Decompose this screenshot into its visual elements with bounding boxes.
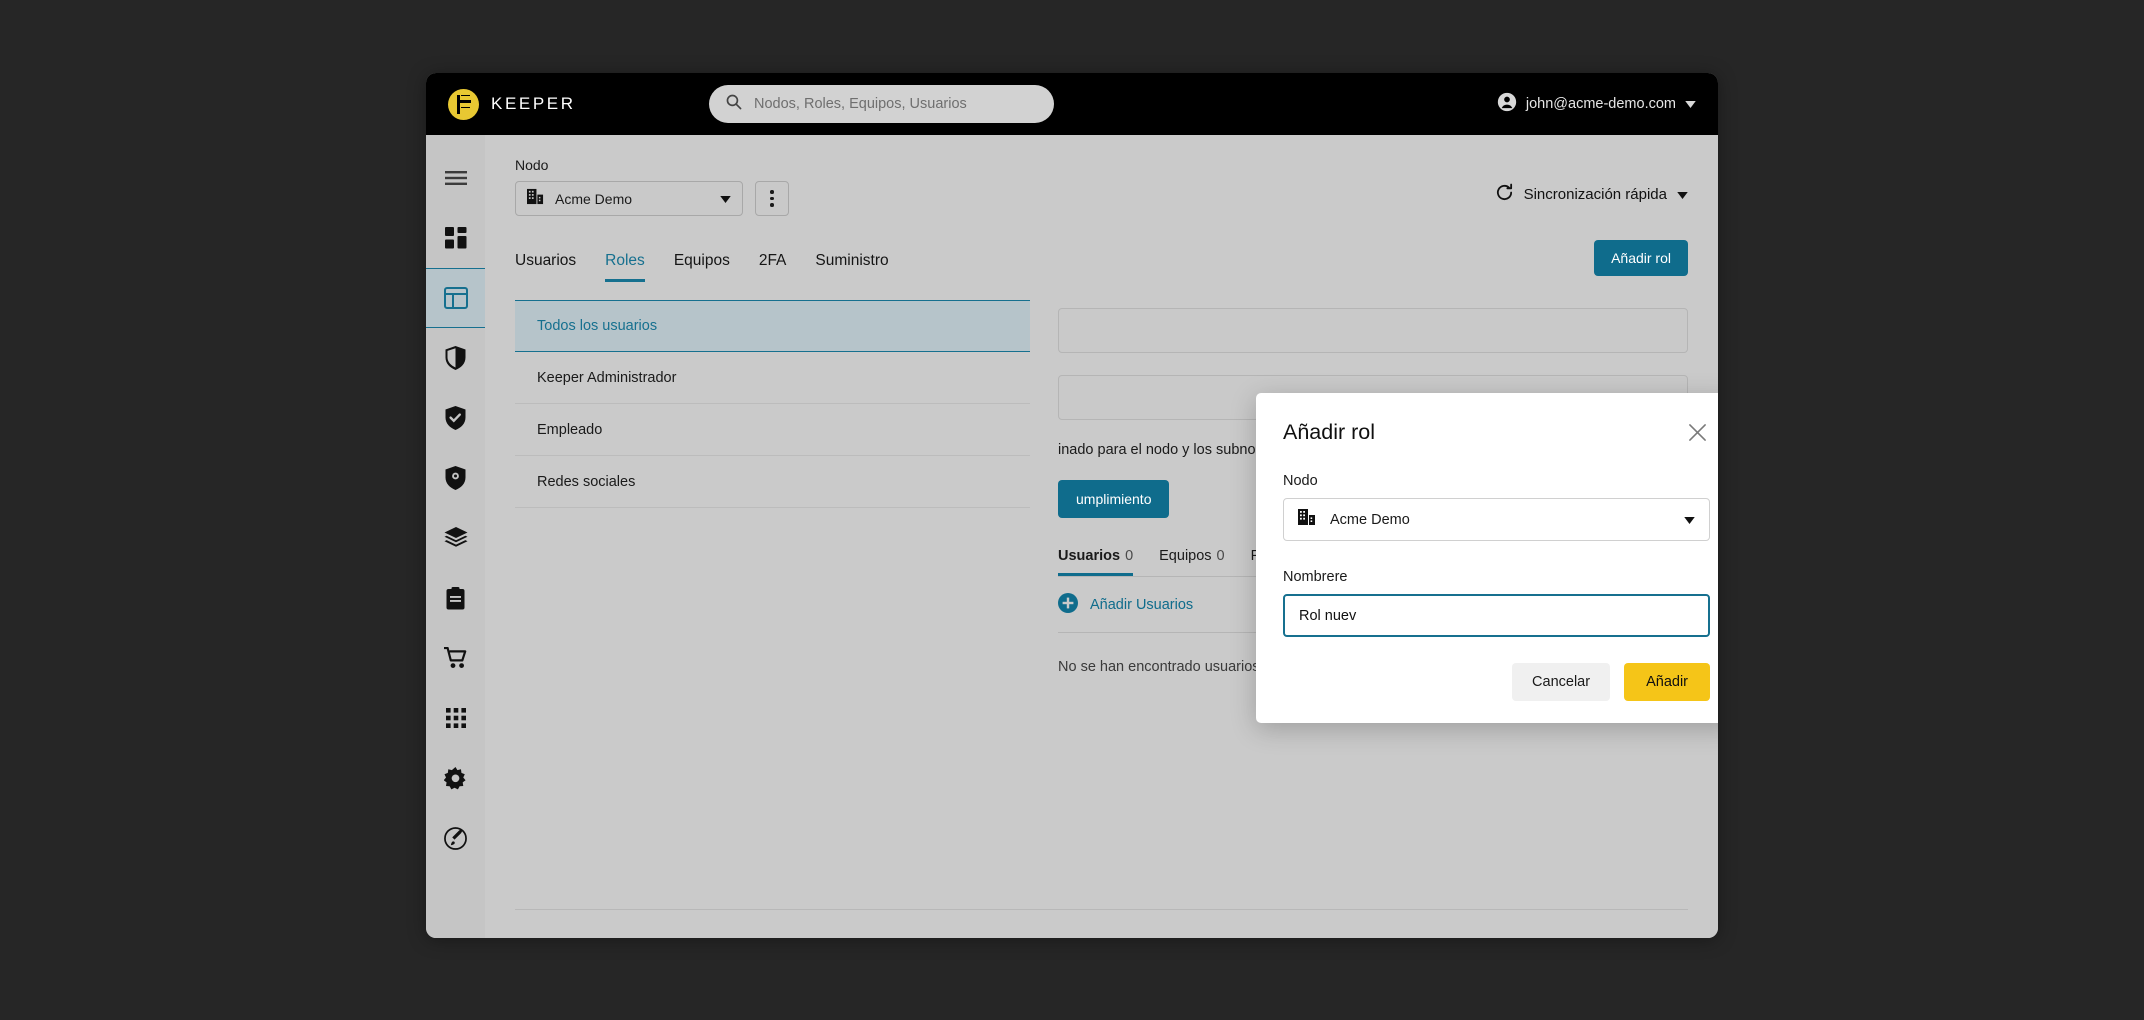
keeper-admin-window: KEEPER john@acme-demo.com: [426, 73, 1718, 938]
detail-tab-count: 0: [1125, 548, 1134, 564]
dot: [770, 190, 774, 194]
sidebar-item-dashboard[interactable]: [426, 208, 485, 268]
tab-equipos[interactable]: Equipos: [674, 252, 730, 282]
dot: [770, 196, 774, 201]
add-role-dialog: Añadir rol Nodo Acme Demo Nombrere Rol n…: [1256, 393, 1718, 723]
clipboard-icon: [446, 586, 465, 610]
node-options-button[interactable]: [755, 181, 789, 216]
rocket-icon: [444, 826, 467, 850]
dialog-node-selector[interactable]: Acme Demo: [1283, 498, 1710, 541]
dot: [770, 203, 774, 207]
cancel-button[interactable]: Cancelar: [1512, 663, 1611, 701]
account-email: john@acme-demo.com: [1525, 96, 1676, 112]
sidebar-item-settings[interactable]: [426, 748, 485, 808]
sidebar-item-reports[interactable]: [426, 568, 485, 628]
quick-sync-button[interactable]: Sincronización rápida: [1495, 183, 1688, 206]
node-label: Nodo: [515, 157, 549, 173]
refresh-icon: [1495, 183, 1514, 206]
add-role-button[interactable]: Añadir rol: [1594, 240, 1688, 276]
role-name-input[interactable]: [1283, 594, 1710, 637]
dialog-title: Añadir rol: [1283, 420, 1376, 444]
layers-icon: [444, 527, 468, 549]
sidebar-item-monitoring[interactable]: [426, 448, 485, 508]
plus-circle-icon: [1058, 592, 1078, 617]
dialog-header: Añadir rol: [1283, 420, 1710, 445]
sidebar-item-admin[interactable]: [426, 268, 485, 328]
list-item[interactable]: Empleado: [515, 404, 1030, 456]
apps-grid-icon: [445, 708, 466, 728]
sidebar-item-launch[interactable]: [426, 808, 485, 868]
top-bar: KEEPER john@acme-demo.com: [426, 73, 1718, 135]
detail-tab-equipos[interactable]: Equipos 0: [1159, 548, 1224, 576]
add-button[interactable]: Añadir: [1624, 663, 1710, 701]
dialog-name-group: Nombrere: [1283, 569, 1710, 637]
detail-tab-label: Usuarios: [1058, 548, 1121, 564]
chevron-down-icon: [720, 190, 731, 208]
quick-sync-label: Sincronización rápida: [1523, 186, 1667, 203]
sidebar-item-compliance[interactable]: [426, 388, 485, 448]
building-icon: [527, 188, 544, 210]
section-tabs: Usuarios Roles Equipos 2FA Suministro Añ…: [515, 240, 1688, 282]
dialog-node-value: Acme Demo: [1330, 511, 1410, 528]
tab-2fa[interactable]: 2FA: [759, 252, 787, 282]
close-icon[interactable]: [1685, 420, 1710, 445]
admin-panel-icon: [443, 287, 468, 309]
shopping-cart-icon: [443, 647, 468, 669]
search-bar[interactable]: [709, 85, 1054, 123]
list-item[interactable]: Keeper Administrador: [515, 352, 1030, 404]
node-value: Acme Demo: [555, 190, 633, 207]
brand-name: KEEPER: [491, 94, 576, 113]
dashboard-grid-icon: [444, 227, 467, 249]
icon-sidebar: [426, 135, 485, 938]
hamburger-menu-icon: [444, 170, 467, 186]
list-item[interactable]: Todos los usuarios: [515, 300, 1030, 352]
chevron-down-icon: [1677, 186, 1688, 203]
dialog-name-label: Nombrere: [1283, 569, 1348, 585]
keeper-logo-icon: [448, 88, 479, 120]
shield-half-icon: [445, 346, 466, 370]
sidebar-item-menu-toggle[interactable]: [426, 148, 485, 208]
chevron-down-icon: [1684, 511, 1695, 529]
tab-suministro[interactable]: Suministro: [815, 252, 888, 282]
search-input[interactable]: [754, 96, 1038, 112]
search-icon: [725, 93, 742, 115]
gear-icon: [444, 766, 467, 790]
compliance-button[interactable]: umplimiento: [1058, 480, 1170, 518]
role-name-field[interactable]: [1058, 308, 1688, 353]
bottom-divider: [515, 909, 1688, 910]
dialog-node-group: Nodo Acme Demo: [1283, 473, 1710, 541]
dialog-actions: Cancelar Añadir: [1283, 663, 1710, 701]
tab-usuarios[interactable]: Usuarios: [515, 252, 576, 282]
dialog-node-label: Nodo: [1283, 473, 1318, 489]
roles-list: Todos los usuarios Keeper Administrador …: [515, 300, 1030, 860]
shield-eye-icon: [445, 466, 466, 490]
chevron-down-icon: [1685, 96, 1696, 112]
sidebar-item-records[interactable]: [426, 508, 485, 568]
sidebar-item-security[interactable]: [426, 328, 485, 388]
detail-tab-usuarios[interactable]: Usuarios 0: [1058, 548, 1134, 576]
add-users-label: Añadir Usuarios: [1090, 596, 1194, 613]
sidebar-item-apps[interactable]: [426, 688, 485, 748]
user-circle-icon: [1497, 92, 1517, 116]
detail-tab-count: 0: [1216, 548, 1225, 564]
shield-check-icon: [445, 406, 466, 430]
sidebar-item-store[interactable]: [426, 628, 485, 688]
account-menu[interactable]: john@acme-demo.com: [1497, 73, 1696, 135]
list-item[interactable]: Redes sociales: [515, 456, 1030, 508]
node-selector[interactable]: Acme Demo: [515, 181, 743, 216]
brand-logo[interactable]: KEEPER: [448, 88, 708, 120]
building-icon: [1298, 508, 1316, 531]
tab-roles[interactable]: Roles: [605, 252, 645, 282]
detail-tab-label: Equipos: [1159, 548, 1212, 564]
